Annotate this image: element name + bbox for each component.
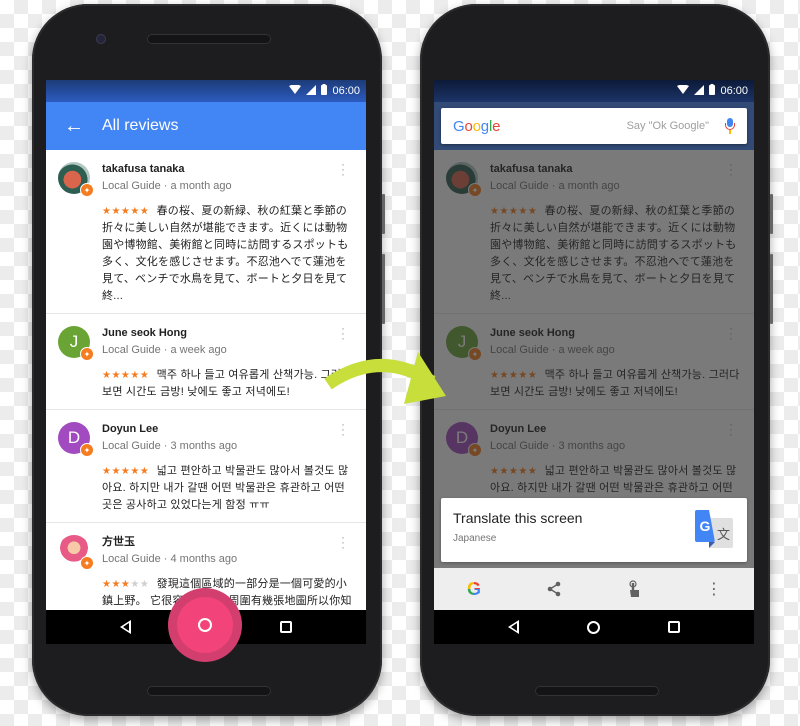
more-options-icon[interactable]: · · · [340, 158, 346, 180]
bottom-speaker [535, 686, 659, 696]
review-meta: Local Guide · a week ago [102, 344, 227, 356]
review-meta: Local Guide · 4 months ago [102, 553, 238, 565]
clock: 06:00 [720, 85, 748, 97]
more-options-icon[interactable]: · · · [340, 418, 346, 440]
now-on-tap-actions: G ⋮ [434, 568, 754, 610]
star-rating: ★★★★★ [102, 579, 150, 590]
google-g-icon[interactable]: G [462, 577, 486, 601]
review-item: D ✦ Doyun Lee Local Guide · 3 months ago… [46, 410, 366, 523]
transition-arrow-icon [324, 352, 446, 404]
nav-bar [434, 610, 754, 644]
more-options-icon[interactable]: · · · [340, 531, 346, 553]
wifi-icon [289, 84, 302, 98]
google-translate-icon: 文 G [695, 510, 735, 552]
avatar[interactable]: ✦ [58, 535, 94, 570]
review-item: ✦ takafusa tanaka Local Guide · a month … [46, 150, 366, 314]
review-text: ★★★★★ 맥주 하나 들고 여유롭게 산책가능. 그러다 보면 시간도 금방!… [102, 369, 352, 398]
power-button [770, 194, 773, 234]
nav-back-icon[interactable] [120, 620, 131, 634]
google-logo: Google [453, 117, 501, 135]
star-rating: ★★★★★ [102, 370, 150, 381]
reviewer-name[interactable]: 方世玉 [102, 535, 352, 550]
review-text: ★★★★★ 春の桜、夏の新緑、秋の紅葉と季節の折々に美しい自然が堪能できます。近… [102, 205, 349, 302]
status-bar: 06:00 [46, 80, 366, 102]
local-guide-badge-icon: ✦ [80, 443, 94, 457]
app-bar: ← All reviews [46, 102, 366, 150]
review-text: ★★★★★ 넓고 편안하고 박물관도 많아서 볼것도 많아요. 하지만 내가 갈… [102, 465, 349, 511]
reviewer-name[interactable]: takafusa tanaka [102, 162, 352, 177]
volume-button [770, 254, 773, 324]
nav-back-icon[interactable] [508, 620, 519, 634]
avatar[interactable]: D ✦ [58, 422, 94, 457]
local-guide-badge-icon: ✦ [80, 347, 94, 361]
translate-card[interactable]: Translate this screen Japanese 文 G [441, 498, 747, 562]
nav-recents-icon[interactable] [280, 621, 292, 633]
signal-icon [694, 84, 705, 98]
more-vert-icon[interactable]: ⋮ [702, 577, 726, 601]
translate-title: Translate this screen [453, 510, 583, 526]
bottom-speaker [147, 686, 271, 696]
page-title: All reviews [102, 117, 179, 134]
microphone-icon[interactable] [725, 118, 735, 134]
home-press-indicator[interactable] [168, 588, 242, 662]
star-rating: ★★★★★ [102, 466, 150, 477]
reviewer-name[interactable]: Doyun Lee [102, 422, 352, 437]
star-rating: ★★★★★ [102, 206, 150, 217]
power-button [382, 194, 385, 234]
source-language: Japanese [453, 533, 497, 544]
reviews-list: ✦ takafusa tanaka Local Guide · a month … [46, 150, 366, 635]
screen-reviews: 06:00 ← All reviews ✦ takafusa tanaka Lo… [46, 80, 366, 644]
google-search-bar[interactable]: Google Say "Ok Google" [441, 108, 747, 144]
earpiece-speaker [147, 34, 271, 44]
volume-button [382, 254, 385, 324]
battery-icon [321, 84, 328, 98]
local-guide-badge-icon: ✦ [80, 556, 94, 570]
wifi-icon [677, 84, 690, 98]
local-guide-badge-icon: ✦ [80, 183, 94, 197]
phone-right: 06:00 ✦ takafusa tanaka Local Guide · a … [420, 4, 773, 716]
front-camera [96, 34, 106, 44]
review-meta: Local Guide · a month ago [102, 180, 232, 192]
nav-home-icon[interactable] [587, 620, 600, 634]
review-item: J ✦ June seok Hong Local Guide · a week … [46, 314, 366, 410]
status-bar: 06:00 [434, 80, 754, 102]
home-circle-icon [198, 618, 212, 632]
select-touch-icon[interactable] [622, 577, 646, 601]
search-hint: Say "Ok Google" [626, 120, 709, 132]
battery-icon [709, 84, 716, 98]
back-arrow-icon[interactable]: ← [46, 115, 102, 138]
signal-icon [306, 84, 317, 98]
avatar[interactable]: J ✦ [58, 326, 94, 361]
screen-now-on-tap: 06:00 ✦ takafusa tanaka Local Guide · a … [434, 80, 754, 644]
nav-recents-icon[interactable] [668, 621, 680, 633]
clock: 06:00 [332, 85, 360, 97]
avatar[interactable]: ✦ [58, 162, 94, 197]
review-meta: Local Guide · 3 months ago [102, 440, 238, 452]
reviewer-name[interactable]: June seok Hong [102, 326, 352, 341]
share-icon[interactable] [542, 577, 566, 601]
